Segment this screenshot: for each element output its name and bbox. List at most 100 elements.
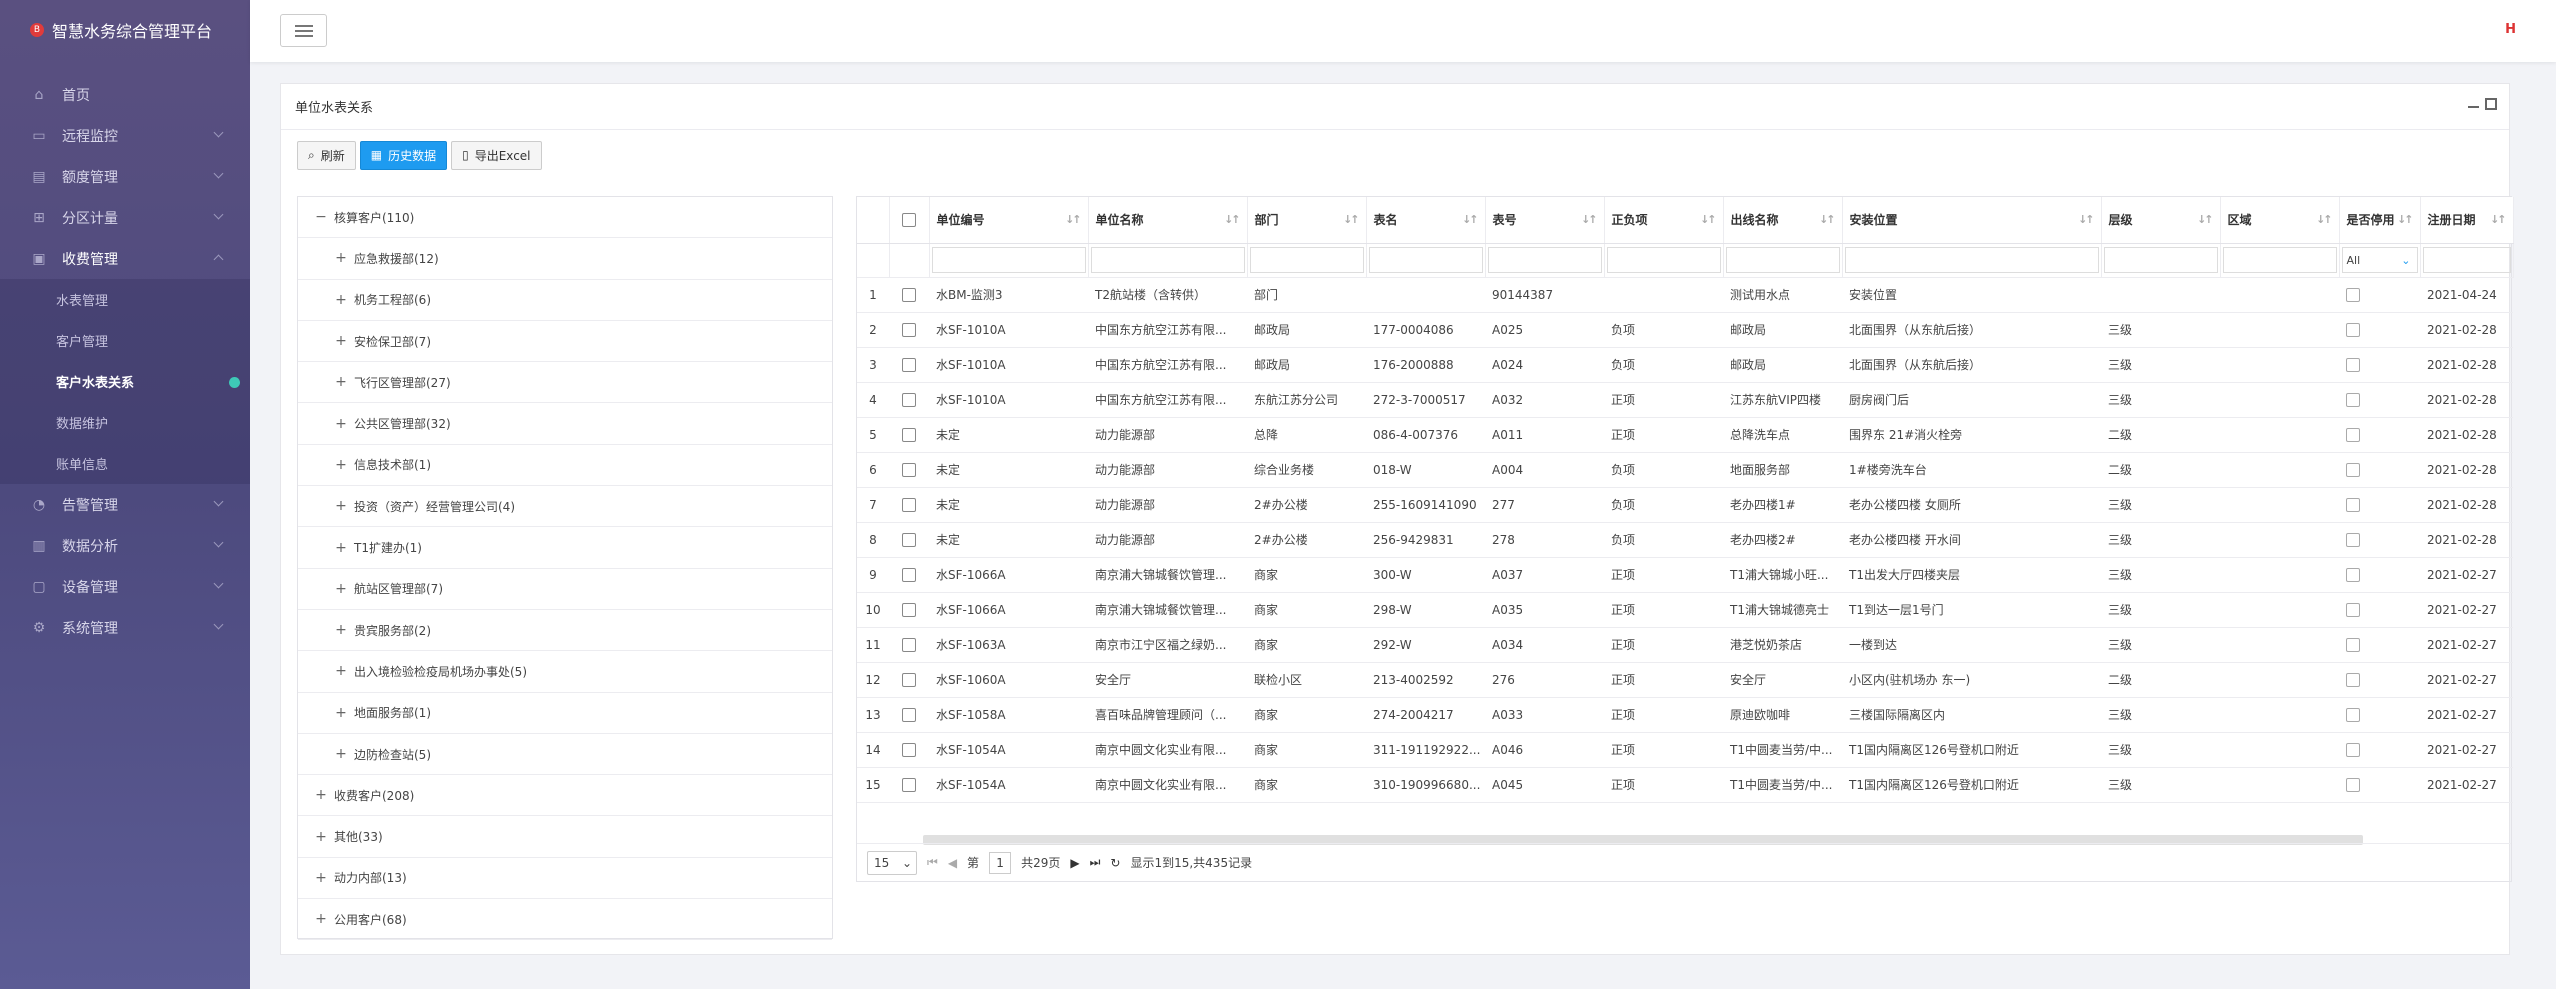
subitem-customer-mgmt[interactable]: 客户管理 xyxy=(0,320,250,361)
tree-node[interactable]: + 边防检查站(5) xyxy=(298,734,832,776)
tree-node[interactable]: + 公用客户(68) xyxy=(298,899,832,941)
first-page-icon[interactable]: ⏮ xyxy=(927,855,938,870)
disabled-checkbox[interactable] xyxy=(2346,777,2360,792)
subitem-bill-info[interactable]: 账单信息 xyxy=(0,443,250,484)
row-checkbox[interactable] xyxy=(902,707,916,722)
sidebar-item-alarm[interactable]: ◔ 告警管理 xyxy=(0,484,250,525)
filter-input[interactable] xyxy=(1725,247,1840,273)
filter-input[interactable] xyxy=(2222,247,2337,273)
column-header[interactable]: 表名 ↓↑ xyxy=(1366,197,1486,244)
page-size-select[interactable]: 15 ⌄ xyxy=(867,850,917,875)
row-checkbox[interactable] xyxy=(902,497,916,512)
sort-icon[interactable]: ↓↑ xyxy=(1581,213,1598,226)
minimize-icon[interactable] xyxy=(2468,106,2479,108)
sort-icon[interactable]: ↓↑ xyxy=(1065,213,1082,226)
tree-node[interactable]: + 出入境检验检疫局机场办事处(5) xyxy=(298,651,832,693)
row-checkbox[interactable] xyxy=(902,742,916,757)
column-header[interactable]: 是否停用 ↓↑ xyxy=(2339,197,2421,244)
row-checkbox[interactable] xyxy=(902,357,916,372)
row-checkbox[interactable] xyxy=(902,567,916,582)
sidebar-item-device[interactable]: ▢ 设备管理 xyxy=(0,566,250,607)
table-row[interactable]: 15 水SF-1054A 南京中圆文化实业有限... 商家 310-190996680.… xyxy=(857,767,2513,803)
select-all-checkbox[interactable] xyxy=(889,197,930,244)
table-row[interactable]: 3 水SF-1010A 中国东方航空江苏有限... 邮政局 176-2000888 A02… xyxy=(857,347,2513,383)
table-row[interactable]: 5 未定 动力能源部 总降 086-4-007376 A011 正项 总降洗车点 围界东 21#… xyxy=(857,417,2513,453)
sidebar-item-remote[interactable]: ▭ 远程监控 xyxy=(0,115,250,156)
filter-input[interactable] xyxy=(1487,247,1602,273)
sort-icon[interactable]: ↓↑ xyxy=(1819,213,1836,226)
sort-icon[interactable]: ↓↑ xyxy=(2490,213,2507,226)
tree-node[interactable]: + 应急救援部(12) xyxy=(298,238,832,280)
sort-icon[interactable]: ↓↑ xyxy=(1462,213,1479,226)
menu-toggle-button[interactable] xyxy=(280,14,327,47)
expand-icon[interactable]: + xyxy=(328,663,354,679)
sort-icon[interactable]: ↓↑ xyxy=(1224,213,1241,226)
sidebar-item-billing[interactable]: ▣ 收费管理 xyxy=(0,238,250,279)
sort-icon[interactable]: ↓↑ xyxy=(1700,213,1717,226)
tree-node[interactable]: + 投资（资产）经营管理公司(4) xyxy=(298,486,832,528)
maximize-icon[interactable] xyxy=(2485,98,2497,110)
table-row[interactable]: 14 水SF-1054A 南京中圆文化实业有限... 商家 311-191192922.… xyxy=(857,732,2513,768)
row-checkbox[interactable] xyxy=(902,777,916,792)
tree-node[interactable]: + 信息技术部(1) xyxy=(298,445,832,487)
table-row[interactable]: 6 未定 动力能源部 综合业务楼 018-W A004 负项 地面服务部 1#楼旁洗车台 二级 20… xyxy=(857,452,2513,488)
sidebar-item-quota[interactable]: ▤ 额度管理 xyxy=(0,156,250,197)
disabled-checkbox[interactable] xyxy=(2346,742,2360,757)
disabled-checkbox[interactable] xyxy=(2346,707,2360,722)
expand-icon[interactable]: + xyxy=(328,540,354,556)
expand-icon[interactable]: + xyxy=(308,870,334,886)
status-filter-select[interactable]: All ⌄ xyxy=(2341,247,2418,273)
filter-input[interactable] xyxy=(1368,247,1483,273)
tree-node[interactable]: + 航站区管理部(7) xyxy=(298,569,832,610)
tree-node[interactable]: + 地面服务部(1) xyxy=(298,693,832,734)
last-page-icon[interactable]: ⏭ xyxy=(1090,855,1101,870)
expand-icon[interactable]: + xyxy=(328,746,354,762)
disabled-checkbox[interactable] xyxy=(2346,427,2360,442)
expand-icon[interactable]: + xyxy=(328,374,354,390)
prev-page-icon[interactable]: ◀ xyxy=(948,856,957,870)
row-checkbox[interactable] xyxy=(902,462,916,477)
column-header[interactable]: 安装位置 ↓↑ xyxy=(1842,197,2102,244)
sort-icon[interactable]: ↓↑ xyxy=(2197,213,2214,226)
tree-node[interactable]: + T1扩建办(1) xyxy=(298,527,832,569)
table-row[interactable]: 11 水SF-1063A 南京市江宁区福之绿奶... 商家 292-W A034 正项 港芝悦… xyxy=(857,627,2513,663)
disabled-checkbox[interactable] xyxy=(2346,637,2360,652)
column-header[interactable]: 区域 ↓↑ xyxy=(2220,197,2340,244)
row-checkbox[interactable] xyxy=(902,427,916,442)
expand-icon[interactable]: + xyxy=(328,622,354,638)
disabled-checkbox[interactable] xyxy=(2346,287,2360,302)
column-header[interactable]: 正负项 ↓↑ xyxy=(1604,197,1724,244)
tree-node[interactable]: − 核算客户(110) xyxy=(298,197,832,239)
table-row[interactable]: 12 水SF-1060A 安全厅 联检小区 213-4002592 276 正项 安全厅 小区内… xyxy=(857,662,2513,698)
table-row[interactable]: 7 未定 动力能源部 2#办公楼 255-1609141090 277 负项 老办四楼1# 老办… xyxy=(857,487,2513,523)
next-page-icon[interactable]: ▶ xyxy=(1070,856,1079,870)
tree-node[interactable]: + 动力内部(13) xyxy=(298,858,832,900)
row-checkbox[interactable] xyxy=(902,672,916,687)
column-header[interactable]: 注册日期 ↓↑ xyxy=(2420,197,2514,244)
filter-input[interactable] xyxy=(1606,247,1721,273)
disabled-checkbox[interactable] xyxy=(2346,357,2360,372)
tree-node[interactable]: + 贵宾服务部(2) xyxy=(298,610,832,652)
sort-icon[interactable]: ↓↑ xyxy=(2316,213,2333,226)
table-row[interactable]: 1 水BM-监测3 T2航站楼（含转供） 部门 90144387 测试用水点 安装位置 202… xyxy=(857,277,2513,313)
sidebar-item-analysis[interactable]: ▥ 数据分析 xyxy=(0,525,250,566)
tree-node[interactable]: + 收费客户(208) xyxy=(298,775,832,817)
column-header[interactable]: 单位编号 ↓↑ xyxy=(929,197,1089,244)
table-row[interactable]: 4 水SF-1010A 中国东方航空江苏有限... 东航江苏分公司 272-3-7000… xyxy=(857,382,2513,418)
user-icon[interactable]: H xyxy=(2505,22,2516,37)
disabled-checkbox[interactable] xyxy=(2346,497,2360,512)
table-row[interactable]: 8 未定 动力能源部 2#办公楼 256-9429831 278 负项 老办四楼2# 老办公楼四… xyxy=(857,522,2513,558)
disabled-checkbox[interactable] xyxy=(2346,672,2360,687)
disabled-checkbox[interactable] xyxy=(2346,462,2360,477)
table-row[interactable]: 10 水SF-1066A 南京浦大锦城餐饮管理... 商家 298-W A035 正项 T1浦… xyxy=(857,592,2513,628)
column-header[interactable]: 出线名称 ↓↑ xyxy=(1723,197,1843,244)
table-row[interactable]: 2 水SF-1010A 中国东方航空江苏有限... 邮政局 177-0004086 A02… xyxy=(857,312,2513,348)
filter-input[interactable] xyxy=(1844,247,2099,273)
column-header[interactable]: 表号 ↓↑ xyxy=(1485,197,1605,244)
disabled-checkbox[interactable] xyxy=(2346,567,2360,582)
filter-input[interactable] xyxy=(931,247,1086,273)
row-checkbox[interactable] xyxy=(902,637,916,652)
tree-node[interactable]: + 公共区管理部(32) xyxy=(298,403,832,445)
column-header[interactable]: 单位名称 ↓↑ xyxy=(1088,197,1248,244)
filter-input[interactable] xyxy=(2103,247,2218,273)
